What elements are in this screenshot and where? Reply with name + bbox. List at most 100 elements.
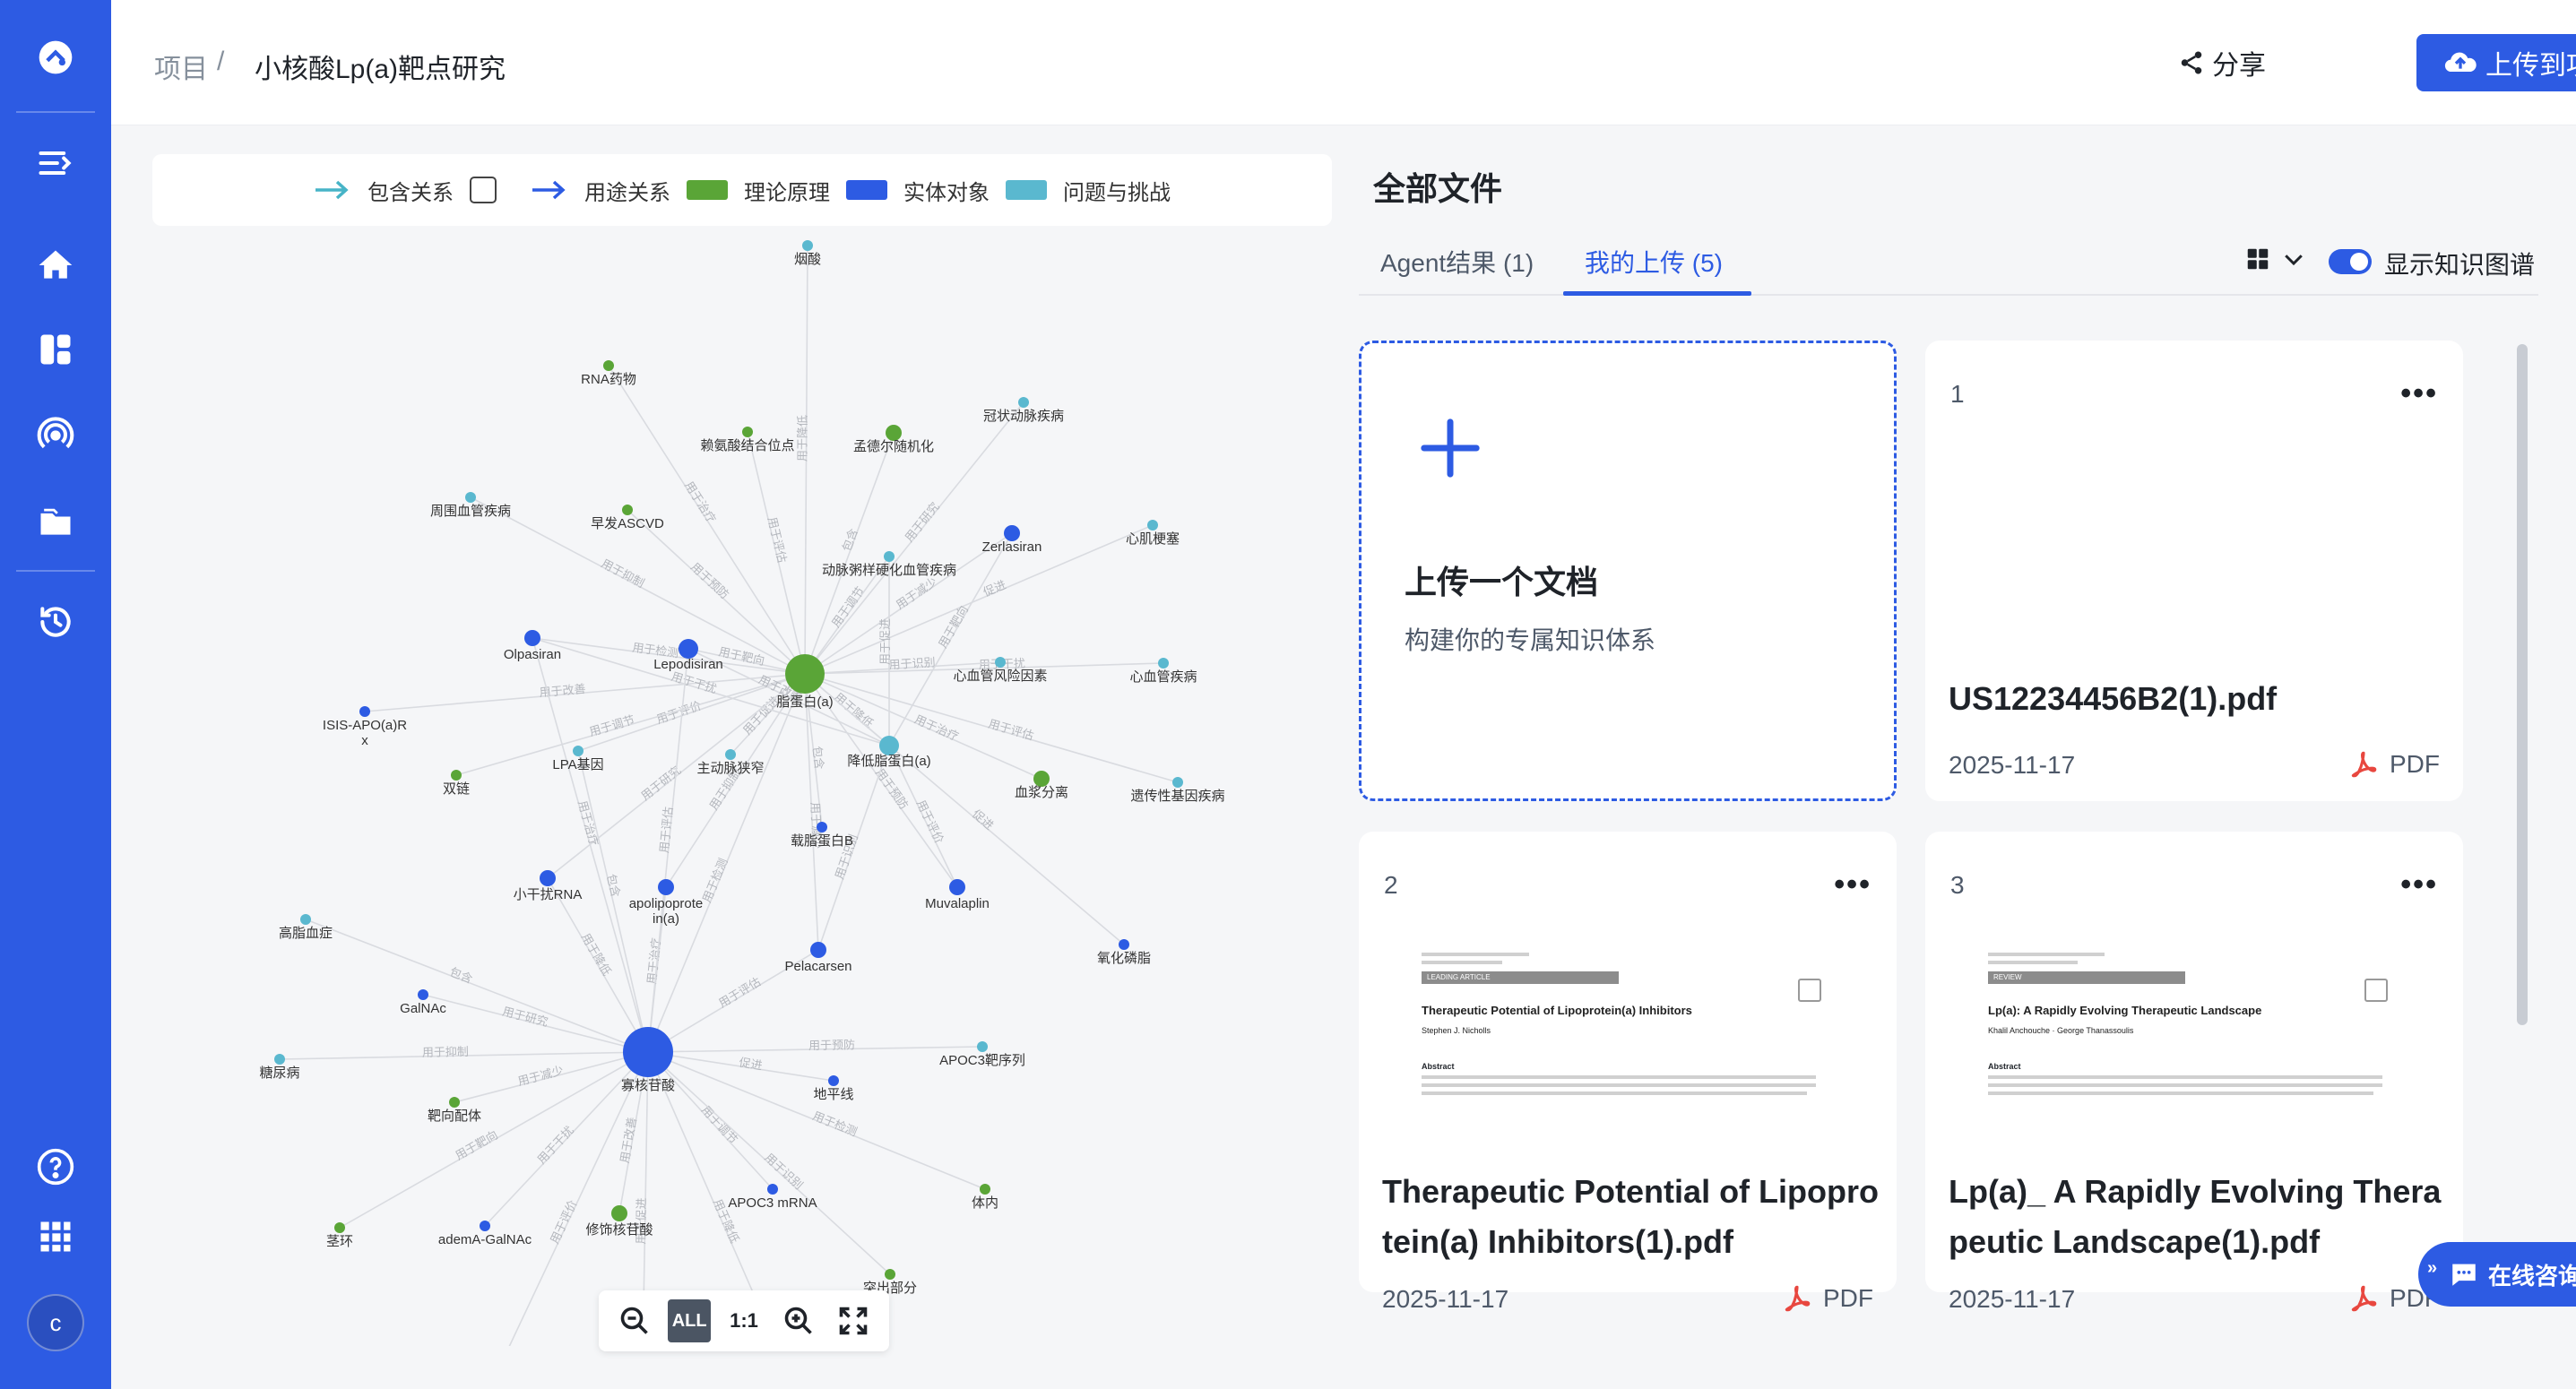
graph-node[interactable]: 心肌梗塞 <box>1126 520 1180 547</box>
graph-node[interactable]: ISIS-APO(a)Rx <box>323 706 407 748</box>
dashboard-icon[interactable] <box>20 314 91 385</box>
file-card[interactable]: 3 ••• REVIEW Lp(a): A Rapidly Evolving T… <box>1925 832 2463 1313</box>
graph-node[interactable]: 赖氨酸结合位点 <box>700 427 795 453</box>
tab-my-uploads[interactable]: 我的上传 (5) <box>1585 244 1723 280</box>
graph-node-dot[interactable] <box>817 822 827 833</box>
graph-node[interactable]: APOC3靶序列 <box>939 1041 1025 1068</box>
graph-node[interactable]: GalNAc <box>400 989 446 1016</box>
graph-node-dot[interactable] <box>623 1027 673 1077</box>
graph-node-dot[interactable] <box>524 630 540 646</box>
avatar[interactable]: c <box>27 1294 84 1351</box>
graph-node[interactable]: LPA基因 <box>552 746 604 772</box>
home-icon[interactable] <box>20 229 91 301</box>
graph-node-dot[interactable] <box>573 746 583 756</box>
graph-node[interactable]: 氧化磷脂 <box>1097 939 1151 966</box>
zoom-1to1-button[interactable]: 1:1 <box>722 1299 765 1342</box>
graph-node-dot[interactable] <box>879 736 899 755</box>
graph-node-dot[interactable] <box>622 505 633 515</box>
graph-node[interactable]: 遗传性基因疾病 <box>1130 777 1225 804</box>
graph-node[interactable]: 心血管疾病 <box>1129 658 1197 685</box>
view-mode-dropdown[interactable] <box>2244 246 2307 272</box>
graph-node[interactable]: 降低脂蛋白(a) <box>847 736 931 769</box>
graph-node[interactable]: 心血管风险因素 <box>953 657 1048 684</box>
graph-node-dot[interactable] <box>679 639 698 659</box>
apps-grid-icon[interactable] <box>20 1201 91 1273</box>
collapse-menu-icon[interactable] <box>20 127 91 199</box>
graph-node-dot[interactable] <box>359 706 370 717</box>
graph-node[interactable]: RNA药物 <box>581 360 636 387</box>
file-list-scrollbar[interactable] <box>2517 344 2528 1025</box>
graph-node-dot[interactable] <box>274 1054 285 1065</box>
graph-node[interactable]: 早发ASCVD <box>591 505 664 531</box>
more-options-icon[interactable]: ••• <box>1834 867 1871 902</box>
graph-node-dot[interactable] <box>828 1075 839 1086</box>
zoom-out-button[interactable] <box>613 1299 656 1342</box>
graph-node-dot[interactable] <box>810 942 826 958</box>
graph-node-dot[interactable] <box>300 914 311 925</box>
graph-node-dot[interactable] <box>1158 658 1169 669</box>
graph-node[interactable]: 孟德尔随机化 <box>853 425 934 454</box>
graph-node-dot[interactable] <box>977 1041 988 1052</box>
graph-node[interactable]: 烟酸 <box>794 240 821 267</box>
graph-node[interactable]: Muvalaplin <box>925 879 990 911</box>
graph-node[interactable]: 寡核苷酸 <box>621 1027 675 1093</box>
graph-node-dot[interactable] <box>418 989 428 1000</box>
knowledge-graph-toggle[interactable] <box>2329 249 2372 274</box>
graph-node-dot[interactable] <box>802 240 813 251</box>
share-button[interactable]: 分享 <box>2178 43 2266 82</box>
graph-node-dot[interactable] <box>885 1269 895 1280</box>
graph-node[interactable]: 血浆分离 <box>1015 771 1068 800</box>
graph-node[interactable]: 地平线 <box>813 1075 854 1102</box>
graph-node-dot[interactable] <box>1172 777 1183 788</box>
graph-node-dot[interactable] <box>785 654 825 694</box>
graph-node[interactable]: 体内 <box>972 1184 998 1211</box>
graph-node-dot[interactable] <box>995 657 1006 668</box>
graph-node[interactable]: 冠状动脉疾病 <box>983 397 1064 424</box>
graph-node[interactable]: apolipoprotein(a) <box>629 879 704 927</box>
graph-node[interactable]: 茎环 <box>326 1222 353 1249</box>
tab-agent-results[interactable]: Agent结果 (1) <box>1380 244 1534 280</box>
graph-node-dot[interactable] <box>1018 397 1029 408</box>
fullscreen-button[interactable] <box>832 1299 875 1342</box>
graph-node-dot[interactable] <box>767 1184 778 1195</box>
file-card[interactable]: 2 ••• LEADING ARTICLE Therapeutic Potent… <box>1359 832 1897 1313</box>
graph-node-dot[interactable] <box>603 360 614 371</box>
help-icon[interactable] <box>20 1131 91 1203</box>
upload-to-project-button[interactable]: 上传到项目 <box>2416 34 2576 91</box>
graph-node-dot[interactable] <box>742 427 753 437</box>
zoom-in-button[interactable] <box>777 1299 820 1342</box>
graph-node[interactable]: 糖尿病 <box>259 1054 300 1081</box>
graph-node[interactable]: Zerlasiran <box>982 525 1042 555</box>
graph-node[interactable]: APOC3 mRNA <box>728 1184 817 1211</box>
graph-node[interactable]: 周围血管疾病 <box>430 492 511 519</box>
breadcrumb-root[interactable]: 项目 <box>154 47 208 86</box>
folder-icon[interactable] <box>20 486 91 557</box>
graph-node[interactable]: Pelacarsen <box>784 942 852 974</box>
graph-node-dot[interactable] <box>465 492 476 503</box>
graph-node[interactable]: Olpasiran <box>504 630 561 662</box>
more-options-icon[interactable]: ••• <box>2400 867 2438 902</box>
graph-node-dot[interactable] <box>725 749 736 760</box>
graph-node-dot[interactable] <box>658 879 674 895</box>
graph-node[interactable]: 双链 <box>443 770 470 797</box>
graph-node-dot[interactable] <box>611 1205 627 1221</box>
graph-node[interactable]: ademA-GalNAc <box>438 1221 532 1247</box>
graph-node-dot[interactable] <box>480 1221 490 1231</box>
graph-node[interactable]: 小干扰RNA <box>514 870 583 902</box>
graph-node-dot[interactable] <box>451 770 462 781</box>
more-options-icon[interactable]: ••• <box>2400 376 2438 411</box>
graph-node-dot[interactable] <box>884 551 895 562</box>
graph-node-dot[interactable] <box>949 879 965 895</box>
graph-node-dot[interactable] <box>980 1184 990 1195</box>
graph-node[interactable]: 动脉粥样硬化血管疾病 <box>822 551 956 578</box>
zoom-all-button[interactable]: ALL <box>668 1299 712 1342</box>
graph-node[interactable]: 载脂蛋白B <box>791 822 853 849</box>
logo-icon[interactable] <box>20 22 91 93</box>
graph-node-dot[interactable] <box>449 1097 460 1108</box>
online-consult-button[interactable]: » 在线咨询 <box>2418 1242 2576 1307</box>
graph-node[interactable]: 靶向配体 <box>428 1097 481 1124</box>
knowledge-graph-canvas[interactable]: 用于降低用于治疗用于评估 包含 用于研究用于抑制 用于预防 用于减少 促进用于调节用于检测… <box>152 226 1332 1346</box>
history-icon[interactable] <box>20 586 91 658</box>
graph-node-dot[interactable] <box>1119 939 1129 950</box>
legend-contains-checkbox[interactable] <box>470 177 497 203</box>
